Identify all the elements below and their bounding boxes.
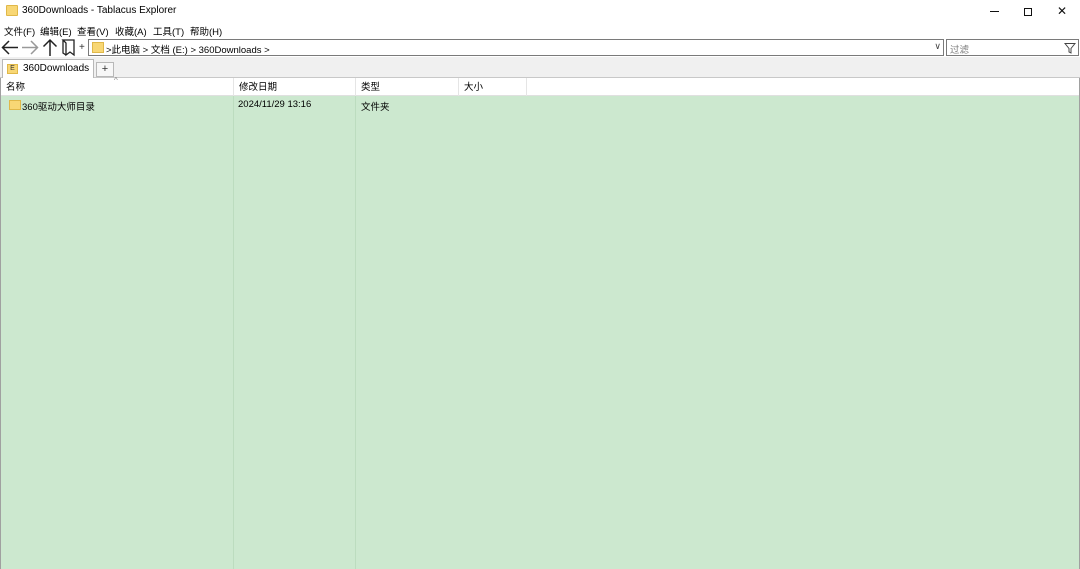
column-type[interactable]: 类型 [356, 78, 459, 96]
item-type: 文件夹 [361, 102, 390, 113]
folder-icon: E [7, 64, 18, 74]
title-bar: 360Downloads - Tablacus Explorer ✕ [0, 0, 1080, 22]
up-arrow-icon[interactable] [40, 38, 60, 57]
menu-view[interactable]: 查看(V) [77, 24, 109, 38]
close-icon: ✕ [1056, 4, 1068, 18]
funnel-icon[interactable] [1064, 42, 1076, 54]
column-modified[interactable]: 修改日期 [234, 78, 356, 96]
list-header: 名称 ^ 修改日期 类型 大小 [1, 76, 1079, 96]
column-divider [355, 96, 356, 569]
chevron-down-icon[interactable]: ∨ [934, 41, 941, 52]
folder-icon [9, 100, 21, 110]
window-title: 360Downloads - Tablacus Explorer [22, 5, 177, 16]
menu-bar: 文件(F) 编辑(E) 查看(V) 收藏(A) 工具(T) 帮助(H) [0, 23, 1080, 38]
sort-ascending-icon: ^ [114, 76, 118, 85]
back-arrow-icon[interactable] [0, 38, 20, 57]
file-list[interactable]: 名称 ^ 修改日期 类型 大小 360驱动大师目录 2024/11/29 13:… [0, 76, 1080, 569]
breadcrumb[interactable]: >此电脑 > 文档 (E:) > 360Downloads > [106, 42, 270, 56]
maximize-button[interactable] [1011, 0, 1045, 22]
menu-help[interactable]: 帮助(H) [190, 24, 222, 38]
filter-placeholder: 过滤 [950, 45, 970, 56]
column-size[interactable]: 大小 [459, 78, 527, 96]
forward-arrow-icon[interactable] [20, 38, 40, 57]
close-button[interactable]: ✕ [1045, 0, 1079, 22]
minimize-icon [989, 11, 999, 13]
address-bar[interactable]: >此电脑 > 文档 (E:) > 360Downloads > ∨ [88, 39, 944, 56]
tab-strip: E 360Downloads + [0, 57, 1080, 79]
bookmark-icon[interactable] [59, 38, 79, 57]
item-name: 360驱动大师目录 [22, 102, 95, 113]
add-bookmark-button[interactable]: + [79, 42, 85, 53]
minimize-button[interactable] [977, 0, 1011, 22]
filter-input[interactable]: 过滤 [946, 39, 1079, 56]
item-modified: 2024/11/29 13:16 [238, 99, 312, 110]
menu-tools[interactable]: 工具(T) [153, 24, 184, 38]
tab-label: 360Downloads [23, 63, 90, 74]
menu-favorites[interactable]: 收藏(A) [115, 24, 147, 38]
maximize-icon [1024, 7, 1032, 16]
folder-icon [92, 42, 104, 53]
column-divider [233, 96, 234, 569]
menu-edit[interactable]: 编辑(E) [40, 24, 72, 38]
new-tab-button[interactable]: + [96, 62, 114, 77]
tab-360downloads[interactable]: E 360Downloads [2, 59, 94, 79]
folder-icon [6, 5, 18, 16]
list-item[interactable]: 360驱动大师目录 2024/11/29 13:16 文件夹 [1, 97, 1079, 113]
menu-file[interactable]: 文件(F) [4, 24, 35, 38]
